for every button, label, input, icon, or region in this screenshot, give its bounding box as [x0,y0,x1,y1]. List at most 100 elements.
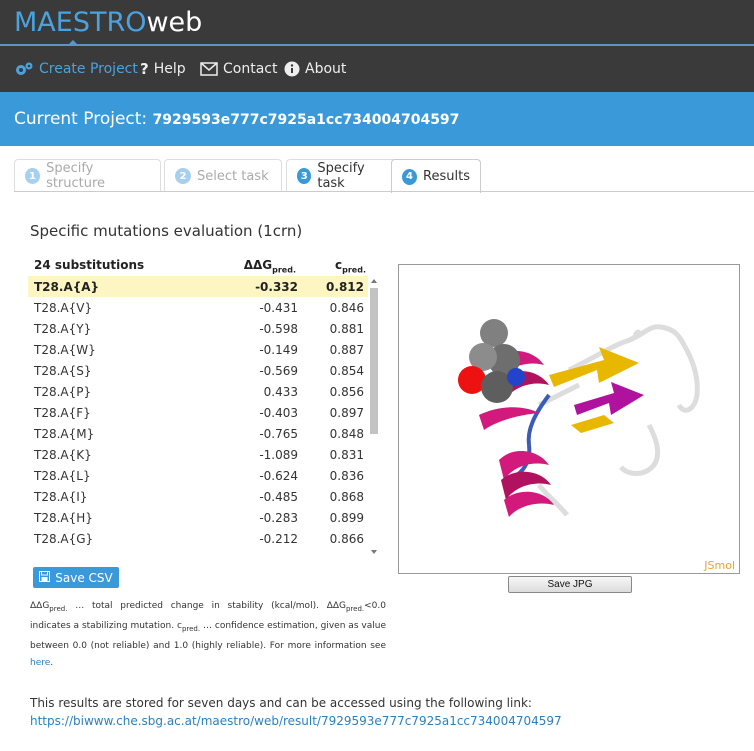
scroll-down-arrow[interactable] [371,550,377,554]
cell-mutation: T28.A{K} [34,448,92,462]
cell-ddg: -0.569 [259,364,298,378]
step-number-badge: 4 [402,168,418,185]
cell-mutation: T28.A{S} [34,364,92,378]
table-row[interactable]: T28.A{Y} -0.598 0.881 [28,318,368,339]
step-number-badge: 2 [175,168,191,184]
table-scrollbar[interactable] [369,276,378,558]
nav-create-project-label: Create Project [39,61,138,77]
legend-ddg: ΔΔG [30,601,50,611]
table-row[interactable]: T28.A{A} -0.332 0.812 [28,276,368,297]
nav-create-project[interactable]: Create Project [14,60,138,78]
nav-help-label: Help [153,61,186,77]
header-ddg: ΔΔGpred. [244,258,296,274]
table-row[interactable]: T28.A{F} -0.403 0.897 [28,402,368,423]
table-row[interactable]: T28.A{I} -0.485 0.868 [28,486,368,507]
cell-mutation: T28.A{A} [34,280,100,294]
header-ddg-sub: pred. [272,265,296,275]
tab-specify-structure[interactable]: 1 Specify structure [14,159,161,192]
step-number-badge: 3 [297,168,312,184]
cell-ddg: -0.403 [259,406,298,420]
cell-confidence: 0.866 [329,532,364,546]
table-row[interactable]: T28.A{H} -0.283 0.899 [28,507,368,528]
legend-here-link[interactable]: here [30,658,50,668]
nav-help[interactable]: ? Help [140,60,186,78]
header-confidence: cpred. [335,258,366,274]
envelope-icon [200,62,218,76]
table-row[interactable]: T28.A{P} 0.433 0.856 [28,381,368,402]
legend-text: ΔΔGpred. … total predicted change in sta… [30,598,386,672]
cell-confidence: 0.812 [326,280,364,294]
table-row[interactable]: T28.A{W} -0.149 0.887 [28,339,368,360]
cell-ddg: -0.431 [259,301,298,315]
table-row[interactable]: T28.A{G} -0.212 0.866 [28,528,368,549]
tab-specify-task[interactable]: 3 Specify task [286,159,399,192]
cell-ddg: -0.765 [259,427,298,441]
cell-mutation: T28.A{L} [34,469,91,483]
result-link[interactable]: https://biwww.che.sbg.ac.at/maestro/web/… [30,714,562,728]
cell-confidence: 0.881 [329,322,364,336]
table-row[interactable]: T28.A{L} -0.624 0.836 [28,465,368,486]
save-csv-label: Save CSV [55,570,113,585]
legend-t4: . [50,657,54,668]
cell-mutation: T28.A{P} [34,385,92,399]
tab-label: Results [423,169,470,184]
header-ddg-main: ΔΔG [243,258,273,272]
brand-part-maestro: MAESTRO [14,7,147,38]
jsmol-viewer[interactable]: JSmol [398,264,740,574]
scroll-thumb[interactable] [370,288,378,434]
step-number-badge: 1 [25,168,41,184]
cell-ddg: -0.283 [259,511,298,525]
project-id: 7929593e777c7925a1cc734004704597 [152,112,460,128]
tab-results[interactable]: 4 Results [391,159,481,193]
cell-confidence: 0.899 [329,511,364,525]
cell-ddg: -0.485 [259,490,298,504]
cell-confidence: 0.854 [329,364,364,378]
cell-ddg: -0.624 [259,469,298,483]
table-row[interactable]: T28.A{K} -1.089 0.831 [28,444,368,465]
brand-part-web: web [146,7,203,38]
scroll-up-arrow[interactable] [371,279,377,283]
project-label: Current Project: [14,109,153,129]
cell-mutation: T28.A{G} [34,532,94,546]
brand-logo[interactable]: MAESTROweb [14,6,202,40]
tab-select-task[interactable]: 2 Select task [164,159,282,192]
header-substitutions: 24 substitutions [34,258,145,272]
legend-t1: … total predicted change in stability (k… [67,601,327,611]
section-title: Specific mutations evaluation (1crn) [30,222,303,240]
legend-ddg-2: ΔΔG [326,601,346,611]
legend-pred-sub-3: pred. [181,624,201,633]
cell-confidence: 0.836 [329,469,364,483]
info-icon [284,61,300,77]
table-row[interactable]: T28.A{V} -0.431 0.846 [28,297,368,318]
cell-mutation: T28.A{F} [34,406,91,420]
nav-contact[interactable]: Contact [200,60,277,78]
floppy-disk-icon [39,570,51,585]
cell-ddg: -0.212 [259,532,298,546]
top-bar: MAESTROweb [0,0,754,46]
nav-contact-label: Contact [223,61,278,77]
table-body[interactable]: T28.A{A} -0.332 0.812 T28.A{V} -0.431 0.… [28,276,368,558]
legend-pred-sub: pred. [49,604,68,613]
cell-ddg: 0.433 [263,385,298,399]
table-row[interactable]: T28.A{S} -0.569 0.854 [28,360,368,381]
brand-caret [68,40,78,45]
project-title: Current Project: 7929593e777c7925a1cc734… [14,108,459,131]
tab-divider [14,191,754,192]
jsmol-label: JSmol [704,559,735,572]
tab-label: Specify structure [46,161,106,191]
question-icon: ? [140,60,149,78]
cell-confidence: 0.897 [329,406,364,420]
nav-about[interactable]: About [284,60,346,78]
cell-mutation: T28.A{H} [34,511,93,525]
cell-ddg: -1.089 [259,448,298,462]
cell-confidence: 0.868 [329,490,364,504]
legend-pred-sub-2: pred. [345,604,365,613]
cogs-icon [14,61,34,77]
tab-label: Select task [197,168,269,184]
save-jpg-button[interactable]: Save JPG [508,576,632,593]
cell-mutation: T28.A{V} [34,301,93,315]
cell-ddg: -0.598 [259,322,298,336]
save-csv-button[interactable]: Save CSV [33,567,119,588]
cell-mutation: T28.A{I} [34,490,88,504]
table-row[interactable]: T28.A{M} -0.765 0.848 [28,423,368,444]
